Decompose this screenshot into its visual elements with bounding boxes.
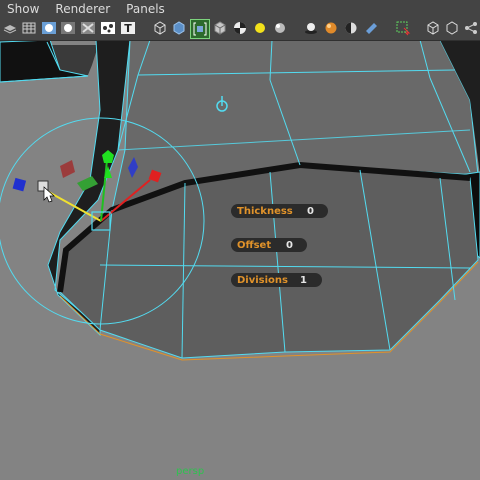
panel-menu-bar: Show Renderer Panels bbox=[0, 0, 480, 17]
checker-icon[interactable] bbox=[231, 19, 249, 37]
cube-frame-icon[interactable] bbox=[424, 19, 442, 37]
viewport-3d[interactable]: Thickness 0 Offset 0 Divisions 1 bbox=[0, 41, 480, 480]
camera-name-label: persp bbox=[176, 466, 205, 477]
smooth-shade-icon[interactable] bbox=[59, 19, 77, 37]
panel-toolbar: T bbox=[0, 17, 480, 41]
camera-icon[interactable] bbox=[362, 19, 380, 37]
motion-blur-icon[interactable] bbox=[342, 19, 360, 37]
share-icon[interactable] bbox=[462, 19, 480, 37]
grid-icon[interactable] bbox=[20, 19, 38, 37]
hud-offset-value[interactable]: 0 bbox=[286, 240, 293, 251]
hud-thickness-label: Thickness bbox=[237, 205, 293, 217]
wireframe-cube-icon[interactable] bbox=[151, 19, 169, 37]
shaded-icon[interactable] bbox=[40, 19, 58, 37]
hud-offset-label: Offset bbox=[237, 239, 272, 251]
sphere-icon[interactable] bbox=[271, 19, 289, 37]
cube-outline-icon[interactable] bbox=[443, 19, 461, 37]
isolate-select-icon[interactable] bbox=[190, 19, 210, 39]
menu-show[interactable]: Show bbox=[0, 2, 47, 16]
xray-icon[interactable] bbox=[79, 19, 97, 37]
hud-offset[interactable]: Offset 0 bbox=[231, 238, 307, 252]
layers-icon[interactable] bbox=[1, 19, 19, 37]
svg-text:T: T bbox=[124, 22, 132, 35]
joints-icon[interactable] bbox=[99, 19, 117, 37]
light-bulb-icon[interactable] bbox=[251, 19, 269, 37]
solid-cube-icon[interactable] bbox=[170, 19, 188, 37]
texture-icon[interactable]: T bbox=[119, 19, 137, 37]
menu-panels[interactable]: Panels bbox=[118, 2, 173, 16]
hud-thickness[interactable]: Thickness 0 bbox=[231, 204, 328, 218]
hud-thickness-value[interactable]: 0 bbox=[307, 206, 314, 217]
hud-divisions[interactable]: Divisions 1 bbox=[231, 273, 322, 287]
ambient-occlusion-icon[interactable] bbox=[322, 19, 340, 37]
select-tool-icon[interactable] bbox=[394, 19, 412, 37]
shadows-icon[interactable] bbox=[302, 19, 320, 37]
textured-cube-icon[interactable] bbox=[211, 19, 229, 37]
menu-renderer[interactable]: Renderer bbox=[47, 2, 118, 16]
hud-divisions-value[interactable]: 1 bbox=[300, 275, 307, 286]
hud-divisions-label: Divisions bbox=[237, 274, 288, 286]
